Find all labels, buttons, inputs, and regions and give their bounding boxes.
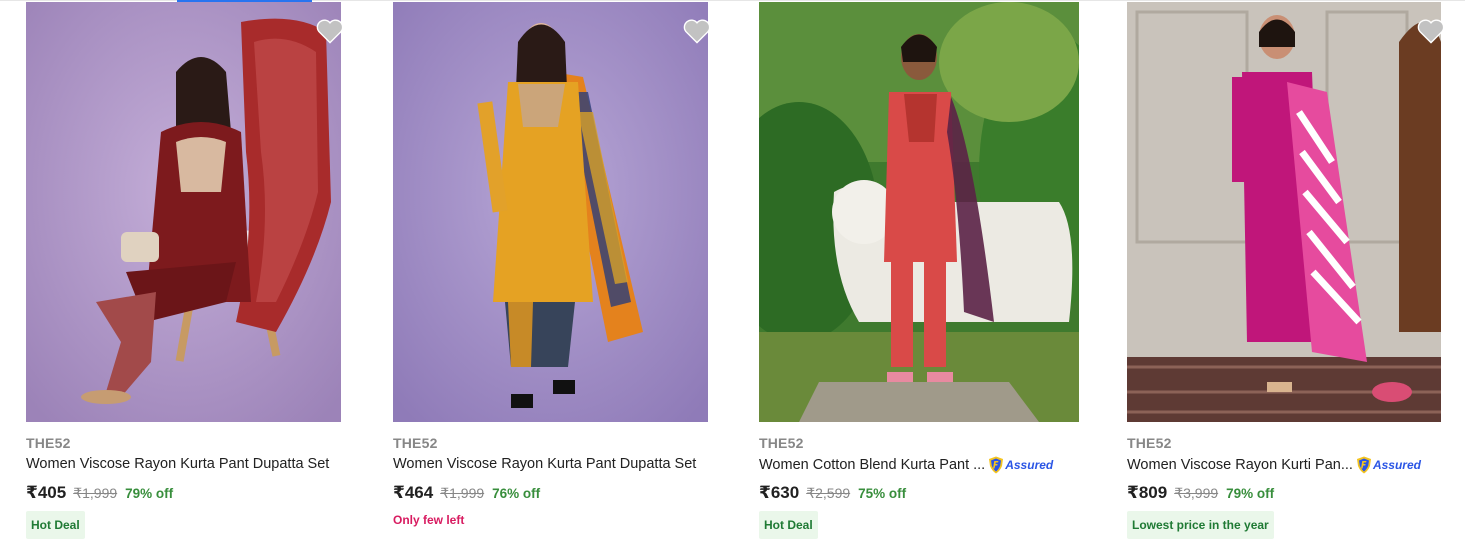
wishlist-heart-icon[interactable]	[1417, 18, 1445, 44]
product-title-text[interactable]: Women Viscose Rayon Kurta Pant Dupatta S…	[26, 456, 329, 472]
product-card[interactable]: THE52 Women Viscose Rayon Kurta Pant Dup…	[393, 2, 723, 547]
price-row: ₹809 ₹3,999 79% off	[1127, 483, 1274, 503]
product-card[interactable]: THE52 Women Cotton Blend Kurta Pant ... A…	[759, 2, 1089, 547]
discount-percent: 75% off	[858, 486, 907, 501]
brand-name: THE52	[26, 435, 71, 451]
product-card[interactable]: THE52 Women Viscose Rayon Kurta Pant Dup…	[26, 2, 356, 547]
original-price: ₹1,999	[73, 485, 118, 501]
product-image[interactable]	[26, 2, 341, 422]
price-row: ₹630 ₹2,599 75% off	[759, 483, 906, 503]
discount-percent: 79% off	[125, 486, 174, 501]
discount-percent: 79% off	[1226, 486, 1275, 501]
deal-badge: Lowest price in the year	[1127, 511, 1274, 539]
stock-status-text: Only few left	[393, 513, 465, 527]
assured-shield-icon	[1356, 456, 1371, 474]
original-price: ₹1,999	[440, 485, 485, 501]
product-title[interactable]: Women Viscose Rayon Kurta Pant Dupatta S…	[26, 456, 329, 472]
product-title[interactable]: Women Viscose Rayon Kurti Pan... Assured	[1127, 456, 1421, 474]
assured-badge: Assured	[988, 456, 1053, 474]
product-title-text[interactable]: Women Viscose Rayon Kurta Pant Dupatta S…	[393, 456, 696, 472]
product-card[interactable]: THE52 Women Viscose Rayon Kurti Pan... As…	[1127, 2, 1457, 547]
product-title-text[interactable]: Women Cotton Blend Kurta Pant ...	[759, 457, 985, 473]
product-image[interactable]	[393, 2, 708, 422]
original-price: ₹2,599	[806, 485, 851, 501]
assured-shield-icon	[989, 456, 1004, 474]
product-image[interactable]	[759, 2, 1079, 422]
product-image[interactable]	[1127, 2, 1441, 422]
assured-badge: Assured	[1356, 456, 1421, 474]
deal-badge: Hot Deal	[26, 511, 85, 539]
price-row: ₹464 ₹1,999 76% off	[393, 483, 540, 503]
assured-label: Assured	[1005, 458, 1054, 472]
brand-name: THE52	[1127, 435, 1172, 451]
brand-name: THE52	[393, 435, 438, 451]
original-price: ₹3,999	[1174, 485, 1219, 501]
selling-price: ₹809	[1127, 483, 1168, 502]
wishlist-heart-icon[interactable]	[683, 18, 711, 44]
product-title[interactable]: Women Cotton Blend Kurta Pant ... Assured	[759, 456, 1053, 474]
selling-price: ₹464	[393, 483, 434, 502]
discount-percent: 76% off	[492, 486, 541, 501]
wishlist-heart-icon[interactable]	[316, 18, 344, 44]
product-title-text[interactable]: Women Viscose Rayon Kurti Pan...	[1127, 457, 1353, 473]
selling-price: ₹405	[26, 483, 67, 502]
deal-badge: Hot Deal	[759, 511, 818, 539]
product-title[interactable]: Women Viscose Rayon Kurta Pant Dupatta S…	[393, 456, 696, 472]
price-row: ₹405 ₹1,999 79% off	[26, 483, 173, 503]
brand-name: THE52	[759, 435, 804, 451]
assured-label: Assured	[1372, 458, 1421, 472]
selling-price: ₹630	[759, 483, 800, 502]
